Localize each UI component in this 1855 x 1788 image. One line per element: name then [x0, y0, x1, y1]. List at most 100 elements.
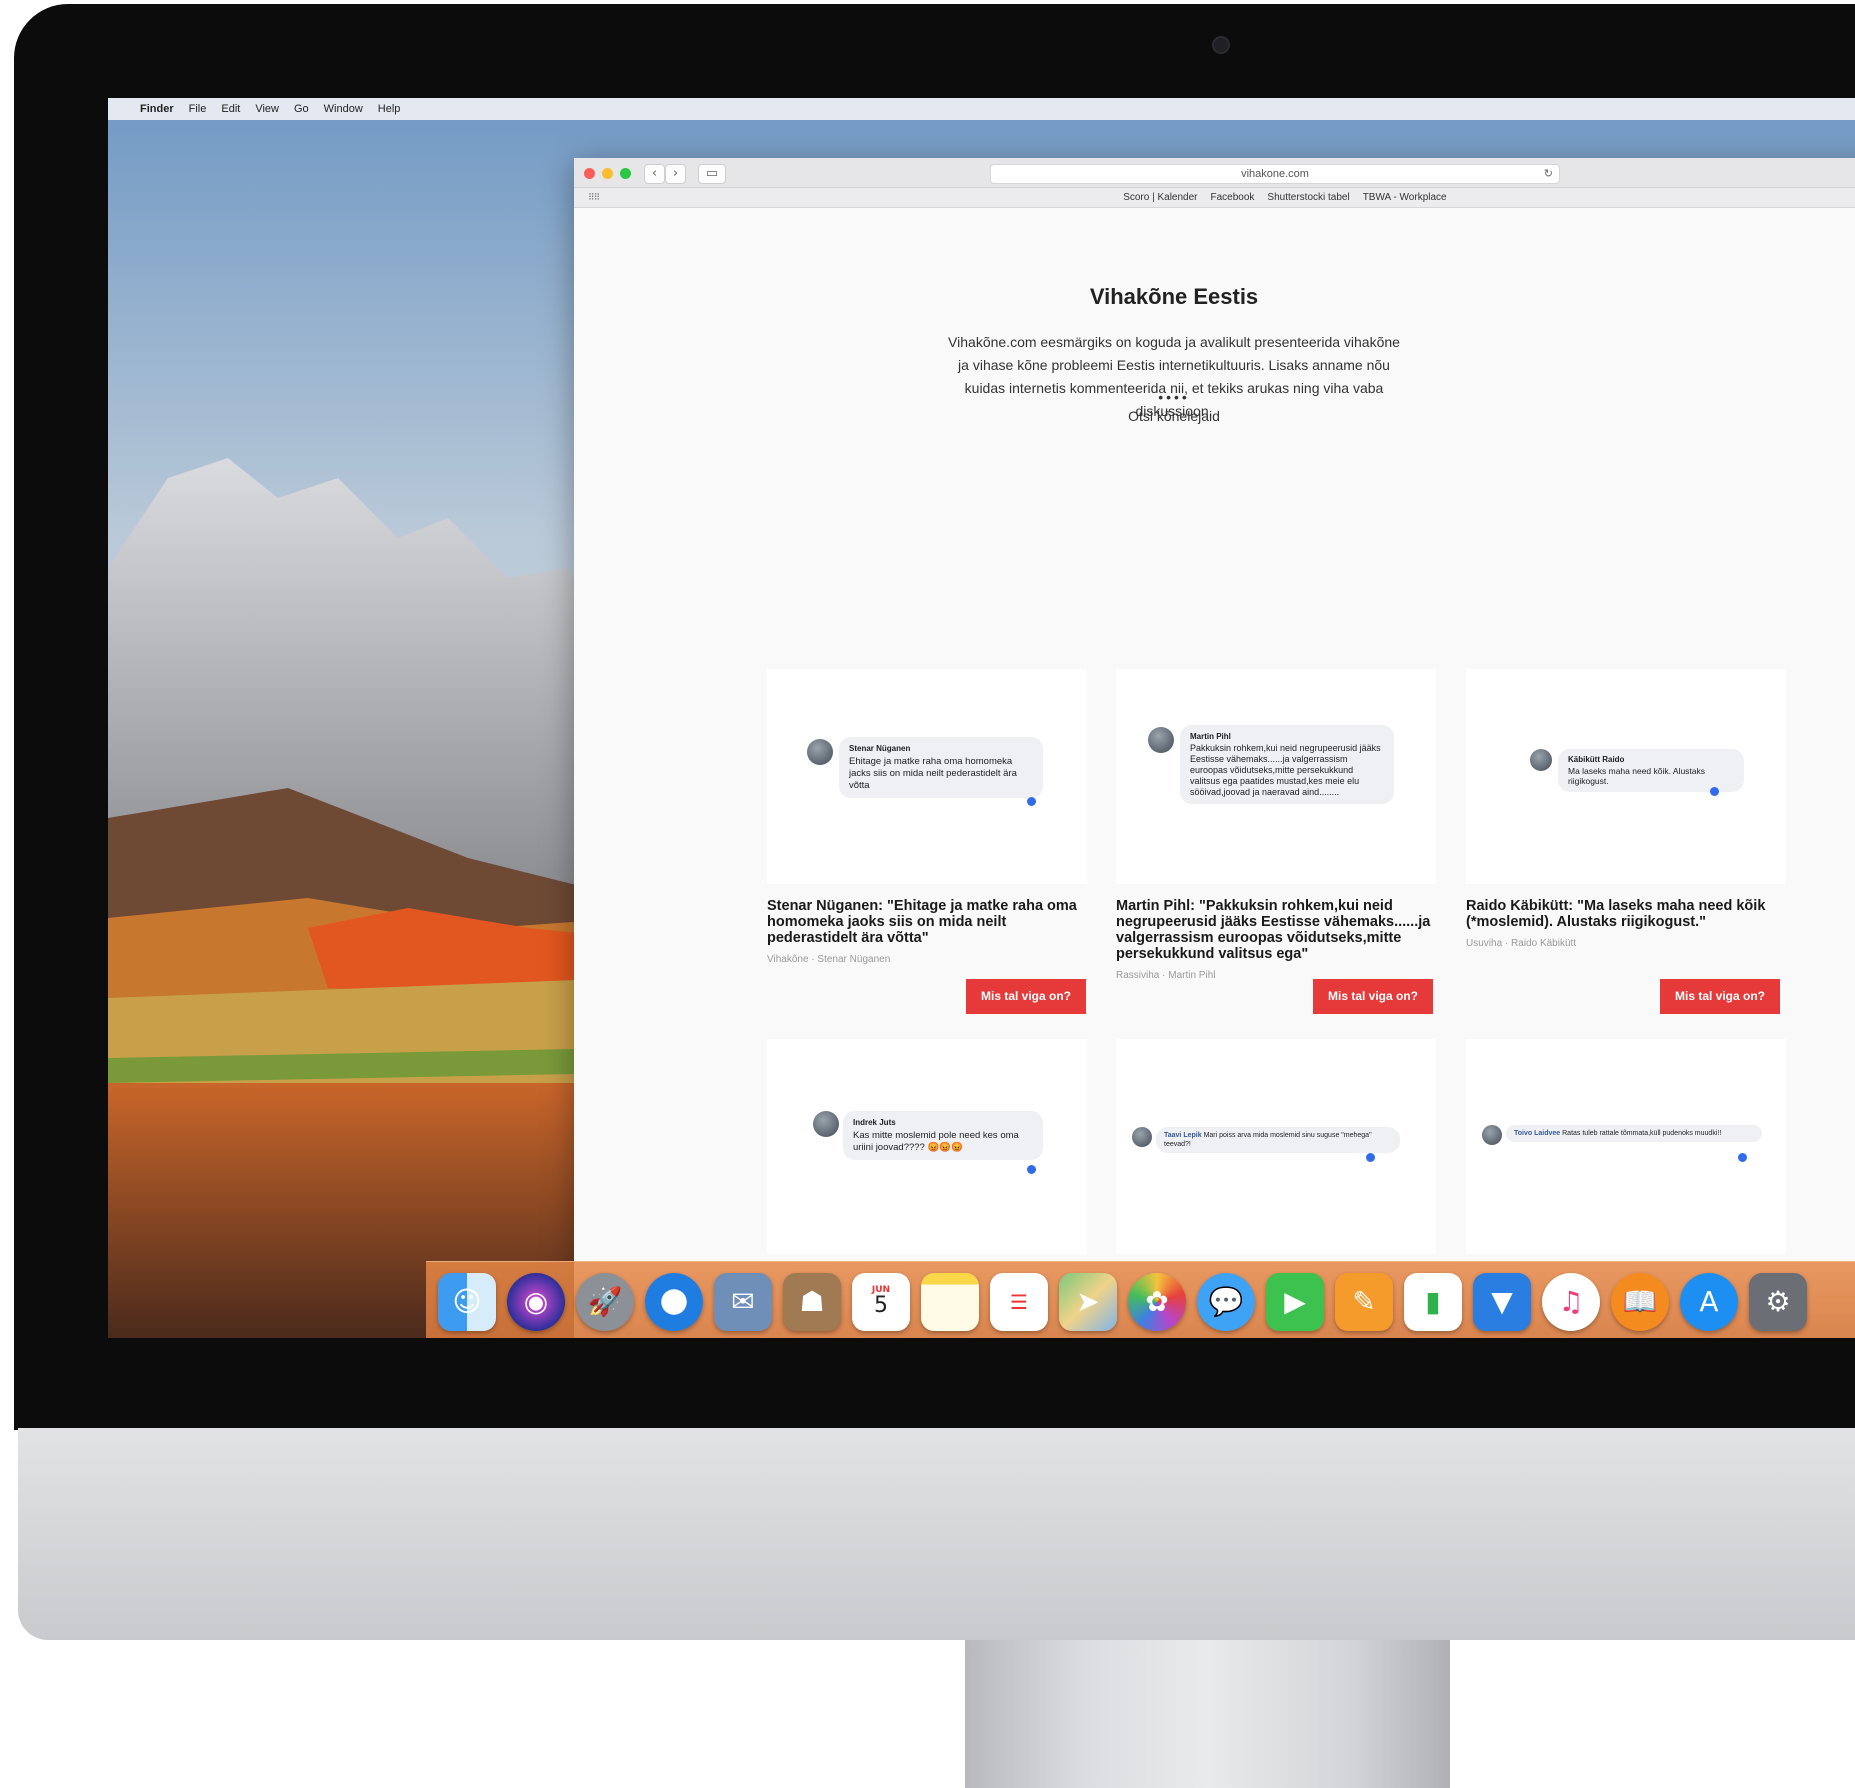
like-reaction-icon	[1710, 787, 1719, 796]
comment-screenshot: Martin Pihl Pakkuksin rohkem,kui neid ne…	[1116, 669, 1436, 884]
siri-icon[interactable]: ◉	[507, 1272, 565, 1331]
comment-screenshot: Käbikütt Raido Ma laseks maha need kõik.…	[1466, 669, 1786, 884]
comment-text: Ma laseks maha need kõik. Alustaks riigi…	[1568, 766, 1706, 786]
top-sites-icon[interactable]: ⠿⠿	[588, 192, 600, 203]
post-card[interactable]: Toivo Laidvee Ratas tuleb rattale tõmmat…	[1466, 1039, 1786, 1254]
comment-author: Toivo Laidvee	[1514, 1130, 1561, 1137]
imac-device: Finder File Edit View Go Window Help ‹ ›…	[0, 0, 1855, 1788]
like-reaction-icon	[1027, 797, 1036, 806]
card-category[interactable]: Vihakõne	[767, 954, 809, 965]
safari-window: ‹ › ▭ vihakone.com ↻ ⠿⠿ Scoro | Kalender…	[574, 158, 1855, 1338]
messages-icon[interactable]: 💬	[1197, 1272, 1255, 1331]
comment-text: Ratas tuleb rattale tõmmata,küll pudenok…	[1562, 1130, 1722, 1137]
menu-bar: Finder File Edit View Go Window Help	[108, 98, 1855, 120]
camera-icon	[1212, 36, 1230, 54]
mail-icon[interactable]: ✉	[714, 1272, 772, 1331]
comment-screenshot: Stenar Nüganen Ehitage ja matke raha oma…	[767, 669, 1087, 884]
comment-screenshot: Indrek Juts Kas mitte moslemid pole need…	[767, 1039, 1087, 1254]
menu-go[interactable]: Go	[294, 103, 309, 115]
reload-icon[interactable]: ↻	[1544, 165, 1553, 183]
app-store-icon[interactable]: A	[1680, 1272, 1738, 1331]
calendar-icon[interactable]: JUN 5	[852, 1272, 910, 1331]
menu-finder[interactable]: Finder	[140, 103, 174, 115]
like-reaction-icon	[1366, 1153, 1375, 1162]
whats-wrong-button[interactable]: Mis tal viga on?	[1313, 979, 1433, 1014]
card-category[interactable]: Rassiviha	[1116, 970, 1159, 981]
launchpad-icon[interactable]: 🚀	[576, 1272, 634, 1331]
bookmark-shutterstock[interactable]: Shutterstocki tabel	[1267, 192, 1349, 203]
back-button[interactable]: ‹	[644, 164, 665, 184]
comment-bubble: Toivo Laidvee Ratas tuleb rattale tõmmat…	[1506, 1125, 1762, 1142]
comment-bubble: Käbikütt Raido Ma laseks maha need kõik.…	[1558, 749, 1744, 792]
card-author[interactable]: Stenar Nüganen	[817, 954, 890, 965]
imac-chin	[18, 1428, 1855, 1640]
comment-text: Pakkuksin rohkem,kui neid negrupeerusid …	[1190, 743, 1381, 797]
avatar	[813, 1111, 839, 1137]
card-category[interactable]: Usuviha	[1466, 938, 1502, 949]
card-title[interactable]: Martin Pihl: "Pakkuksin rohkem,kui neid …	[1116, 898, 1436, 962]
bookmark-scoro[interactable]: Scoro | Kalender	[1123, 192, 1197, 203]
comment-text: Kas mitte moslemid pole need kes oma uri…	[853, 1130, 1019, 1153]
comment-screenshot: Taavi Lepik Mari poiss arva mida moslemi…	[1116, 1039, 1436, 1254]
close-window-button[interactable]	[584, 168, 595, 179]
maps-icon[interactable]: ➤	[1059, 1272, 1117, 1331]
ibooks-icon[interactable]: 📖	[1611, 1272, 1669, 1331]
url-text: vihakone.com	[1241, 168, 1309, 180]
itunes-icon[interactable]: ♫	[1542, 1272, 1600, 1331]
zoom-window-button[interactable]	[620, 168, 631, 179]
whats-wrong-button[interactable]: Mis tal viga on?	[1660, 979, 1780, 1014]
comment-bubble: Taavi Lepik Mari poiss arva mida moslemi…	[1156, 1127, 1400, 1153]
card-title[interactable]: Stenar Nüganen: "Ehitage ja matke raha o…	[767, 898, 1087, 946]
separator-dots: ••••	[1158, 389, 1190, 405]
menu-file[interactable]: File	[189, 103, 207, 115]
bookmark-facebook[interactable]: Facebook	[1211, 192, 1255, 203]
post-card[interactable]: Martin Pihl Pakkuksin rohkem,kui neid ne…	[1116, 669, 1436, 1014]
pages-icon[interactable]: ✎	[1335, 1272, 1393, 1331]
comment-author: Indrek Juts	[853, 1118, 896, 1127]
card-author[interactable]: Raido Käbikütt	[1511, 938, 1576, 949]
web-page: Vihakõne Eestis Vihakõne.com eesmärgiks …	[574, 209, 1855, 1338]
card-title[interactable]: Raido Käbikütt: "Ma laseks maha need kõi…	[1466, 898, 1786, 930]
menu-edit[interactable]: Edit	[221, 103, 240, 115]
bookmarks-bar: ⠿⠿ Scoro | Kalender Facebook Shutterstoc…	[574, 188, 1855, 208]
post-card[interactable]: Taavi Lepik Mari poiss arva mida moslemi…	[1116, 1039, 1436, 1254]
comment-bubble: Martin Pihl Pakkuksin rohkem,kui neid ne…	[1180, 725, 1394, 804]
bookmark-tbwa[interactable]: TBWA - Workplace	[1363, 192, 1447, 203]
numbers-icon[interactable]: ▮	[1404, 1272, 1462, 1331]
address-bar[interactable]: vihakone.com ↻	[990, 164, 1560, 184]
forward-button[interactable]: ›	[665, 164, 686, 184]
calendar-day: 5	[874, 1293, 888, 1318]
menu-window[interactable]: Window	[324, 103, 363, 115]
keynote-icon[interactable]: ▼	[1473, 1272, 1531, 1331]
contacts-icon[interactable]: ☗	[783, 1272, 841, 1331]
whats-wrong-button[interactable]: Mis tal viga on?	[966, 979, 1086, 1014]
card-author[interactable]: Martin Pihl	[1168, 970, 1215, 981]
comment-author: Stenar Nüganen	[849, 744, 911, 753]
finder-icon[interactable]: ☺	[438, 1272, 496, 1331]
card-meta: Vihakõne · Stenar Nüganen	[767, 954, 891, 965]
menu-help[interactable]: Help	[378, 103, 401, 115]
comment-text: Ehitage ja matke raha oma homomeka jacks…	[849, 756, 1017, 791]
reminders-icon[interactable]: ☰	[990, 1272, 1048, 1331]
comment-screenshot: Toivo Laidvee Ratas tuleb rattale tõmmat…	[1466, 1039, 1786, 1254]
browser-toolbar: ‹ › ▭ vihakone.com ↻	[574, 158, 1855, 188]
avatar	[1530, 749, 1552, 771]
post-card[interactable]: Indrek Juts Kas mitte moslemid pole need…	[767, 1039, 1087, 1254]
system-preferences-icon[interactable]: ⚙	[1749, 1272, 1807, 1331]
avatar	[807, 739, 833, 765]
search-speakers-link[interactable]: Otsi kõnelejaid	[574, 408, 1774, 424]
notes-icon[interactable]	[921, 1272, 979, 1331]
card-meta: Usuviha · Raido Käbikütt	[1466, 938, 1577, 949]
safari-icon[interactable]: ✦	[645, 1272, 703, 1331]
comment-bubble: Stenar Nüganen Ehitage ja matke raha oma…	[839, 737, 1043, 798]
minimize-window-button[interactable]	[602, 168, 613, 179]
post-card[interactable]: Stenar Nüganen Ehitage ja matke raha oma…	[767, 669, 1087, 1014]
photos-icon[interactable]: ✿	[1128, 1272, 1186, 1331]
menu-view[interactable]: View	[255, 103, 279, 115]
comment-author: Taavi Lepik	[1164, 1132, 1202, 1139]
facetime-icon[interactable]: ▶	[1266, 1272, 1324, 1331]
avatar	[1148, 727, 1174, 753]
sidebar-toggle-icon[interactable]: ▭	[698, 164, 726, 184]
page-title: Vihakõne Eestis	[1089, 284, 1259, 309]
post-card[interactable]: Käbikütt Raido Ma laseks maha need kõik.…	[1466, 669, 1786, 1014]
